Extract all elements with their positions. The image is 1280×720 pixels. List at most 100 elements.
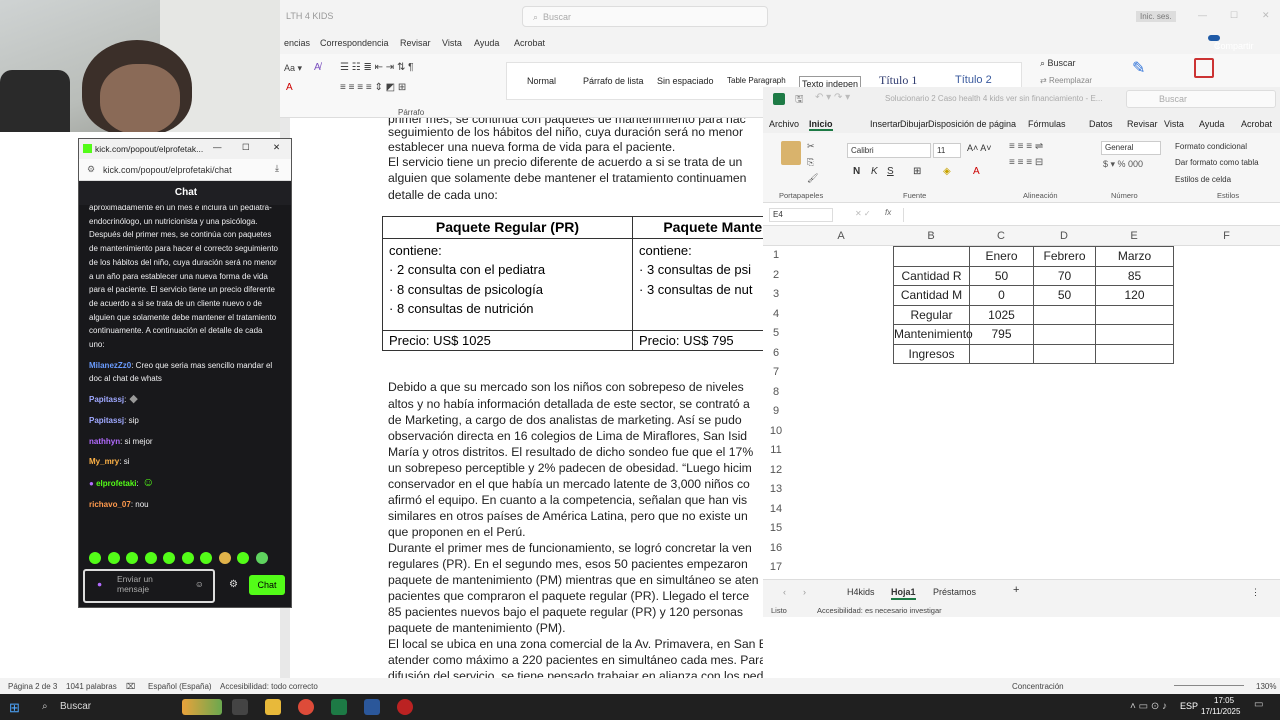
column-header[interactable]: B: [893, 230, 969, 242]
bullets-icon[interactable]: ☰ ☷ ≣ ⇤ ⇥ ⇅ ¶: [340, 62, 414, 73]
table-cell[interactable]: Cantidad M: [893, 285, 970, 306]
excel-tab-insertar[interactable]: Insertar: [870, 119, 901, 129]
mic-icon[interactable]: ●: [97, 579, 102, 589]
emote-icon[interactable]: [107, 552, 120, 564]
borders-icon[interactable]: ⊞: [913, 166, 921, 177]
row-header[interactable]: 12: [763, 464, 789, 476]
row-header[interactable]: 10: [763, 425, 789, 437]
chat-username[interactable]: Papitassj: [89, 416, 124, 425]
row-header[interactable]: 15: [763, 522, 789, 534]
table-cell[interactable]: 50: [969, 265, 1034, 286]
table-cell[interactable]: 0: [969, 285, 1034, 306]
language-indicator[interactable]: Español (España): [148, 682, 212, 691]
chat-username[interactable]: Papitassj: [89, 395, 124, 404]
style-heading2[interactable]: Título 2: [955, 74, 992, 86]
alignment-icons-2[interactable]: ≡ ≡ ≡ ⊟: [1009, 157, 1043, 168]
chat-send-button[interactable]: Chat: [249, 575, 285, 595]
table-cell[interactable]: [1095, 324, 1174, 345]
tab-referencias[interactable]: encias: [284, 38, 310, 48]
table-cell[interactable]: Mantenimiento: [893, 324, 973, 345]
file-explorer-icon[interactable]: [265, 699, 281, 715]
excel-tab-vista[interactable]: Vista: [1164, 119, 1184, 129]
page-count[interactable]: Página 2 de 3: [8, 682, 57, 691]
formula-input[interactable]: [903, 208, 1273, 222]
news-widget-icon[interactable]: [182, 699, 222, 715]
clear-format-icon[interactable]: A̸: [314, 62, 321, 73]
tab-correspondencia[interactable]: Correspondencia: [320, 38, 389, 48]
word-document-page[interactable]: primer mes, se continúa con paquetes de …: [290, 118, 763, 678]
spreadsheet-grid[interactable]: A B C D E F 1 2 3 4 5 6 7 8 9 10 11 12 13 14 15 16 17 Enero Febr…: [763, 226, 1280, 579]
row-header[interactable]: 1: [763, 249, 789, 261]
table-cell[interactable]: 120: [1095, 285, 1174, 306]
windows-start-icon[interactable]: ⊞: [9, 700, 20, 716]
table-cell[interactable]: [1033, 304, 1096, 325]
row-header[interactable]: 16: [763, 542, 789, 554]
row-header[interactable]: 14: [763, 503, 789, 515]
cell-styles-button[interactable]: Estilos de celda: [1175, 175, 1231, 184]
notifications-icon[interactable]: ▭: [1254, 699, 1263, 710]
chat-input[interactable]: ● Enviar un mensaje ☺: [83, 569, 215, 603]
sheet-tab-h4kids[interactable]: H4kids: [847, 587, 875, 597]
column-header[interactable]: E: [1095, 230, 1173, 242]
font-size-icon[interactable]: Aa ▾: [284, 63, 302, 74]
excel-tab-acrobat[interactable]: Acrobat: [1241, 119, 1272, 129]
zoom-slider[interactable]: [1174, 685, 1244, 686]
table-cell[interactable]: 1025: [969, 304, 1034, 325]
sheet-tab-hoja1[interactable]: Hoja1: [891, 587, 916, 600]
keyboard-language[interactable]: ESP: [1180, 701, 1198, 711]
font-name-select[interactable]: Calibri: [847, 143, 931, 158]
excel-tab-revisar[interactable]: Revisar: [1127, 119, 1158, 129]
chat-username[interactable]: My_mry: [89, 457, 119, 466]
emote-icon[interactable]: [126, 552, 138, 564]
row-header[interactable]: 4: [763, 308, 789, 320]
find-button[interactable]: ⌕ Buscar: [1040, 58, 1076, 69]
row-header[interactable]: 7: [763, 366, 789, 378]
column-header[interactable]: F: [1173, 230, 1280, 242]
underline-icon[interactable]: S: [887, 166, 894, 177]
chat-username[interactable]: elprofetaki: [96, 479, 136, 488]
style-table-paragraph[interactable]: Table Paragraph: [727, 76, 786, 85]
chat-username[interactable]: MilanezZz0: [89, 361, 131, 370]
table-cell[interactable]: [1095, 304, 1174, 325]
tab-revisar[interactable]: Revisar: [400, 38, 431, 48]
save-icon[interactable]: 🖫: [795, 92, 804, 109]
maximize-icon[interactable]: ☐: [1230, 10, 1238, 21]
tray-icons[interactable]: ˄ ▭ ⊙ ♪: [1130, 701, 1167, 712]
close-icon[interactable]: ✕: [1262, 10, 1270, 21]
tab-ayuda[interactable]: Ayuda: [474, 38, 499, 48]
table-cell[interactable]: [1033, 324, 1096, 345]
table-cell[interactable]: Febrero: [1033, 246, 1096, 267]
table-format-button[interactable]: Dar formato como tabla: [1175, 158, 1259, 167]
site-info-icon[interactable]: ⚙: [87, 164, 95, 175]
style-no-spacing[interactable]: Sin espaciado: [657, 76, 714, 86]
status-accessibility[interactable]: Accesibilidad: es necesario investigar: [817, 606, 942, 615]
fill-color-icon[interactable]: ◈: [943, 166, 951, 177]
table-cell[interactable]: 70: [1033, 265, 1096, 286]
minimize-icon[interactable]: —: [213, 142, 222, 152]
font-size-select[interactable]: 11: [933, 143, 961, 158]
sheet-next-icon[interactable]: ›: [803, 587, 806, 597]
emoji-icon[interactable]: ☺: [195, 579, 204, 589]
cond-format-button[interactable]: Formato condicional: [1175, 142, 1247, 151]
tab-acrobat[interactable]: Acrobat: [514, 38, 545, 48]
table-cell[interactable]: 85: [1095, 265, 1174, 286]
column-header[interactable]: D: [1033, 230, 1095, 242]
emote-icon[interactable]: [163, 552, 175, 564]
chat-username[interactable]: richavo_07: [89, 500, 131, 509]
row-header[interactable]: 2: [763, 269, 789, 281]
name-box[interactable]: E4: [769, 208, 833, 222]
excel-search-box[interactable]: Buscar: [1126, 90, 1276, 108]
excel-tab-frmulas[interactable]: Fórmulas: [1028, 119, 1066, 129]
accessibility-indicator[interactable]: Accesibilidad: todo correcto: [220, 682, 318, 691]
share-button[interactable]: ⇪ Compartir: [1208, 35, 1254, 51]
excel-tab-disposicindepgina[interactable]: Disposición de página: [928, 119, 1016, 129]
settings-icon[interactable]: ⚙: [229, 579, 238, 590]
row-header[interactable]: 13: [763, 483, 789, 495]
row-header[interactable]: 8: [763, 386, 789, 398]
excel-tab-datos[interactable]: Datos: [1089, 119, 1113, 129]
alignment-icons[interactable]: ≡ ≡ ≡ ⇌: [1009, 141, 1043, 152]
italic-icon[interactable]: K: [871, 166, 878, 177]
number-format-select[interactable]: General: [1101, 141, 1161, 155]
cut-icon[interactable]: ✂: [807, 141, 815, 152]
chat-username[interactable]: nathhyn: [89, 437, 120, 446]
